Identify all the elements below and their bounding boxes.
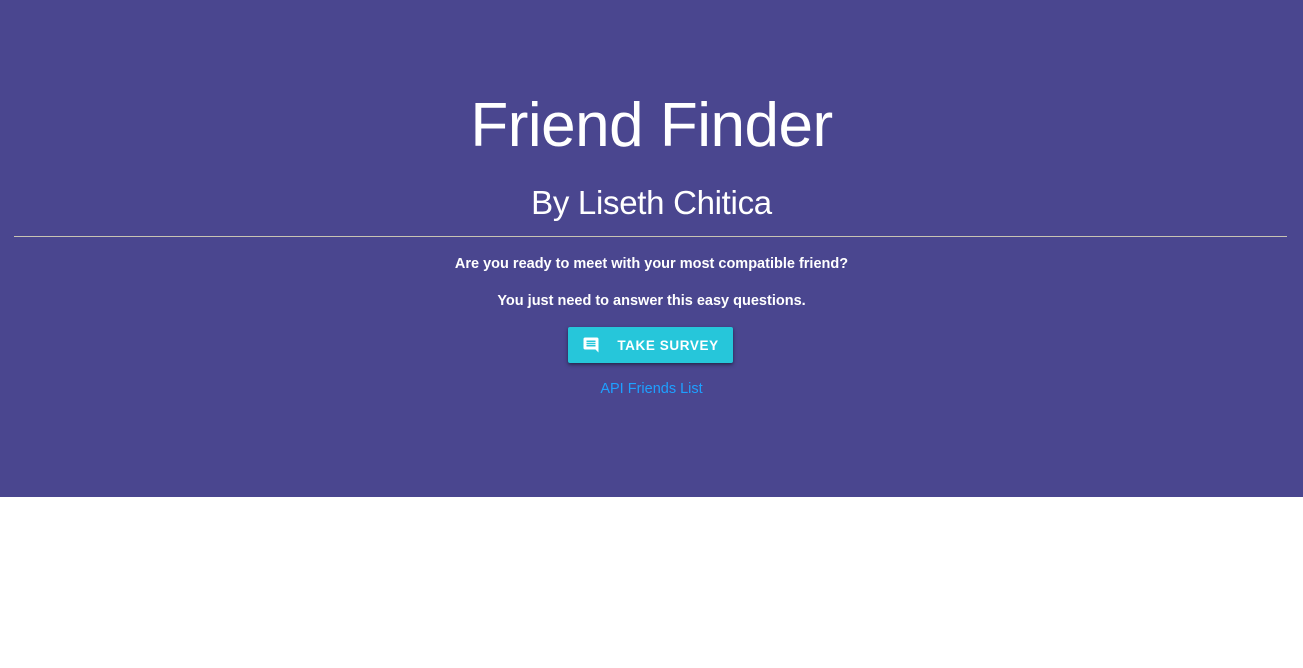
api-link-container: API Friends List [0, 380, 1303, 398]
comment-icon [582, 336, 600, 354]
intro-instruction: You just need to answer this easy questi… [497, 293, 806, 309]
intro-question: Are you ready to meet with your most com… [454, 256, 849, 272]
take-survey-label: TAKE SURVEY [617, 337, 719, 353]
divider [14, 236, 1287, 237]
hero-section: Friend Finder By Liseth Chitica Are you … [0, 0, 1303, 497]
author-subtitle: By Liseth Chitica [531, 184, 772, 221]
api-friends-list-link[interactable]: API Friends List [600, 381, 702, 397]
take-survey-button[interactable]: TAKE SURVEY [568, 327, 733, 363]
page-title: Friend Finder [470, 91, 833, 160]
